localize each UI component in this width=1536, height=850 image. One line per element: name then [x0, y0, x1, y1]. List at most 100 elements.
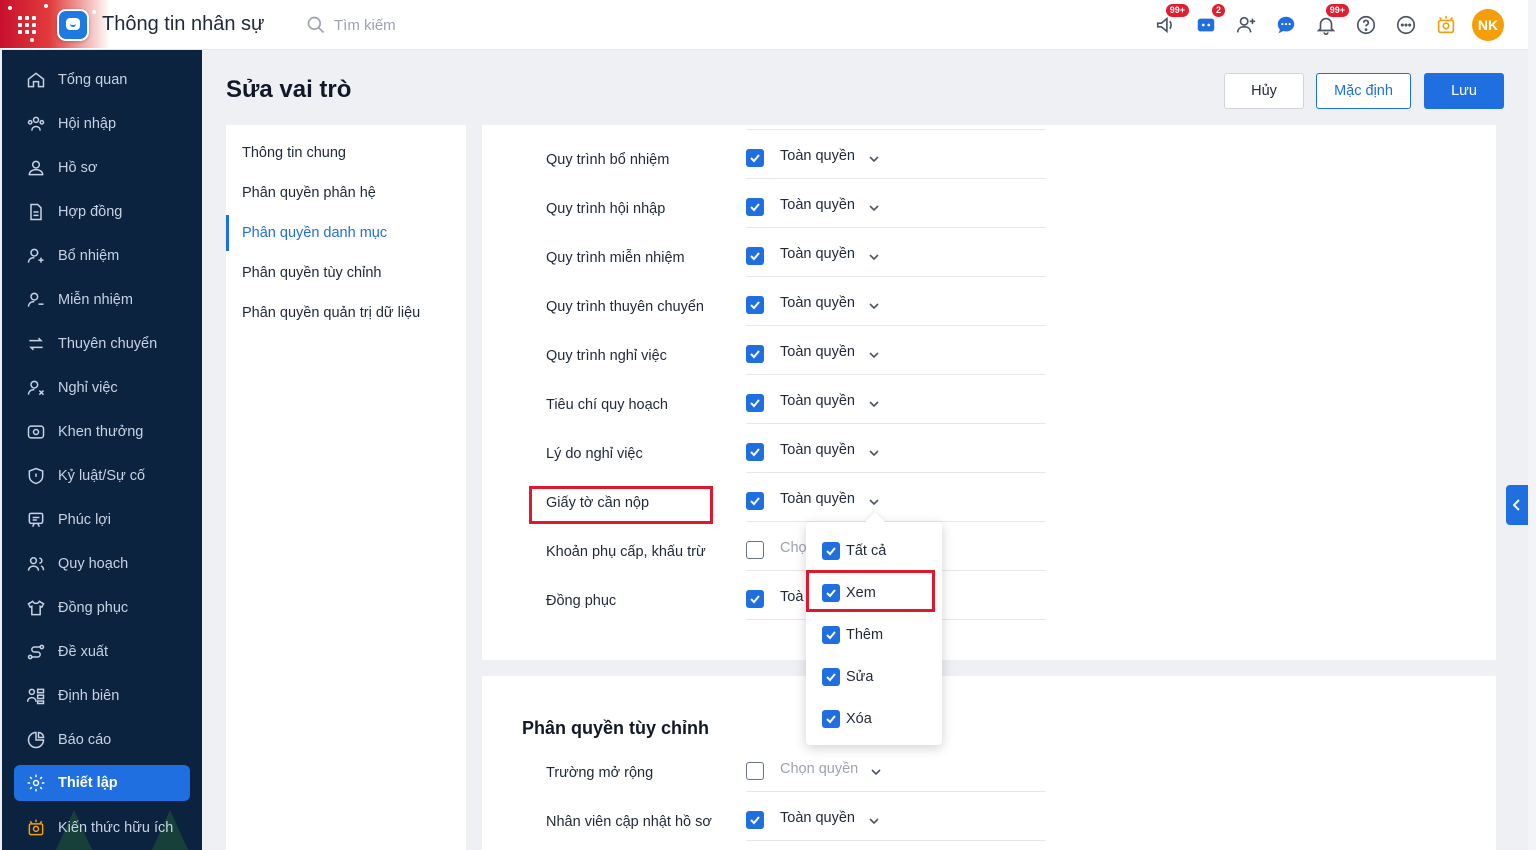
permission-select[interactable]: Toàn quyền: [780, 344, 855, 360]
sidebar-item-label: Kiến thức hữu ích: [58, 820, 174, 836]
add-user-icon[interactable]: [1232, 9, 1260, 41]
permission-select[interactable]: Toàn quyền: [780, 810, 855, 826]
chevron-down-icon[interactable]: [868, 152, 880, 164]
permission-checkbox[interactable]: [746, 149, 764, 167]
chevron-down-icon[interactable]: [868, 201, 880, 213]
chevron-down-icon[interactable]: [868, 495, 880, 507]
cart-icon[interactable]: 2: [1192, 3, 1226, 41]
permission-select[interactable]: Toàn quyền: [780, 442, 855, 458]
permission-row-label: Quy trình miễn nhiệm: [546, 250, 685, 266]
permission-checkbox[interactable]: [746, 296, 764, 314]
permission-checkbox[interactable]: [746, 762, 764, 780]
tab-phan-quyen-tuy-chinh[interactable]: Phân quyền tùy chỉnh: [226, 255, 466, 291]
permission-checkbox[interactable]: [746, 394, 764, 412]
dropdown-option-them[interactable]: Thêm: [822, 625, 883, 645]
default-button[interactable]: Mặc định: [1316, 73, 1411, 109]
dropdown-option-sua[interactable]: Sửa: [822, 667, 873, 687]
avatar[interactable]: NK: [1472, 9, 1504, 41]
chevron-down-icon[interactable]: [868, 446, 880, 458]
tab-thong-tin-chung[interactable]: Thông tin chung: [226, 135, 466, 171]
sidebar-item-dinh-bien[interactable]: Định biên: [14, 678, 190, 714]
sidebar-item-ho-so[interactable]: Hồ sơ: [14, 150, 190, 186]
dropdown-option-label: Xóa: [846, 711, 872, 727]
dropdown-option-tat-ca[interactable]: Tất cả: [822, 541, 886, 561]
permission-row-label: Trường mở rộng: [546, 765, 654, 781]
app-title: Thông tin nhân sự: [102, 13, 265, 35]
help-icon[interactable]: [1352, 9, 1380, 41]
permission-checkbox[interactable]: [746, 198, 764, 216]
chevron-down-icon[interactable]: [868, 250, 880, 262]
sidebar-item-thiet-lap[interactable]: Thiết lập: [14, 765, 190, 801]
chevron-down-icon[interactable]: [868, 397, 880, 409]
cancel-button[interactable]: Hủy: [1224, 73, 1304, 109]
search-input[interactable]: Tìm kiếm: [306, 13, 396, 37]
sidebar-item-tong-quan[interactable]: Tổng quan: [14, 62, 190, 98]
permission-row-label: Quy trình thuyên chuyển: [546, 299, 704, 315]
tab-phan-quyen-phan-he[interactable]: Phân quyền phân hệ: [226, 175, 466, 211]
transfer-icon: [29, 337, 43, 351]
permission-select[interactable]: Toàn quyền: [780, 148, 855, 164]
tab-phan-quyen-danh-muc[interactable]: Phân quyền danh mục: [226, 215, 466, 251]
check-icon: [826, 715, 836, 724]
chevron-down-icon[interactable]: [868, 299, 880, 311]
permission-select[interactable]: Toàn quyền: [780, 295, 855, 311]
permission-checkbox[interactable]: [746, 541, 764, 559]
permission-select[interactable]: Toà: [780, 589, 803, 605]
sidebar-item-de-xuat[interactable]: Đề xuất: [14, 634, 190, 670]
permission-checkbox[interactable]: [746, 492, 764, 510]
user-plus-icon: [27, 248, 44, 263]
sidebar-item-hop-dong[interactable]: Hợp đồng: [14, 194, 190, 230]
sidebar-item-dong-phuc[interactable]: Đồng phục: [14, 590, 190, 626]
chevron-down-icon[interactable]: [868, 814, 880, 826]
sidebar-item-hoi-nhap[interactable]: Hội nhập: [14, 106, 190, 142]
bell-icon[interactable]: 99+: [1312, 3, 1350, 41]
permission-checkbox[interactable]: [746, 590, 764, 608]
sidebar-item-quy-hoach[interactable]: Quy hoạch: [14, 546, 190, 582]
permission-select[interactable]: Chọ: [780, 540, 807, 556]
collapse-panel-button[interactable]: [1506, 485, 1528, 525]
more-icon[interactable]: [1392, 9, 1420, 41]
check-icon: [750, 497, 760, 506]
chevron-down-icon[interactable]: [868, 348, 880, 360]
permission-checkbox[interactable]: [746, 811, 764, 829]
notification-badge: 2: [1210, 3, 1226, 18]
sidebar-item-khen-thuong[interactable]: Khen thưởng: [14, 414, 190, 450]
permission-row-label: Đồng phục: [546, 593, 617, 609]
permission-select[interactable]: Toàn quyền: [780, 246, 855, 262]
checkbox[interactable]: [822, 668, 840, 686]
dropdown-option-label: Sửa: [846, 669, 874, 685]
chevron-down-icon[interactable]: [870, 765, 882, 777]
idea-icon[interactable]: [1432, 9, 1460, 41]
sidebar-item-thuyen-chuyen[interactable]: Thuyên chuyển: [14, 326, 190, 362]
check-icon: [750, 154, 760, 163]
permission-select[interactable]: Chọn quyền: [780, 761, 858, 777]
permission-checkbox[interactable]: [746, 345, 764, 363]
sidebar-item-bo-nhiem[interactable]: Bổ nhiệm: [14, 238, 190, 274]
tab-phan-quyen-quan-tri-du-lieu[interactable]: Phân quyền quản trị dữ liệu: [226, 295, 466, 331]
permission-checkbox[interactable]: [746, 247, 764, 265]
sidebar-item-label: Đồng phục: [58, 600, 129, 616]
sidebar-item-kien-thuc[interactable]: Kiến thức hữu ích: [14, 810, 190, 846]
scrollbar[interactable]: [1528, 0, 1536, 850]
sidebar-item-nghi-viec[interactable]: Nghỉ việc: [14, 370, 190, 406]
checkbox[interactable]: [822, 626, 840, 644]
sidebar-item-ky-luat[interactable]: Kỷ luật/Sự cố: [14, 458, 190, 494]
save-button[interactable]: Lưu: [1424, 73, 1504, 109]
permission-checkbox[interactable]: [746, 443, 764, 461]
permission-select[interactable]: Toàn quyền: [780, 393, 855, 409]
users-icon: [27, 557, 45, 571]
checkbox[interactable]: [822, 542, 840, 560]
chat-icon[interactable]: [1272, 9, 1300, 41]
permission-select[interactable]: Toàn quyền: [780, 491, 855, 507]
dropdown-option-xoa[interactable]: Xóa: [822, 709, 872, 729]
user-icon: [28, 160, 44, 176]
megaphone-icon[interactable]: 99+: [1152, 3, 1190, 41]
app-grid-icon[interactable]: [18, 16, 36, 34]
sidebar-item-phuc-loi[interactable]: Phúc lợi: [14, 502, 190, 538]
top-bar: Thông tin nhân sự Tìm kiếm 99+ 2 99+ NK: [0, 0, 1528, 50]
permission-select[interactable]: Toàn quyền: [780, 197, 855, 213]
checkbox[interactable]: [822, 710, 840, 728]
sidebar: Tổng quan Hội nhập Hồ sơ Hợp đồng Bổ nhi…: [2, 50, 202, 850]
sidebar-item-bao-cao[interactable]: Báo cáo: [14, 722, 190, 758]
sidebar-item-mien-nhiem[interactable]: Miễn nhiệm: [14, 282, 190, 318]
